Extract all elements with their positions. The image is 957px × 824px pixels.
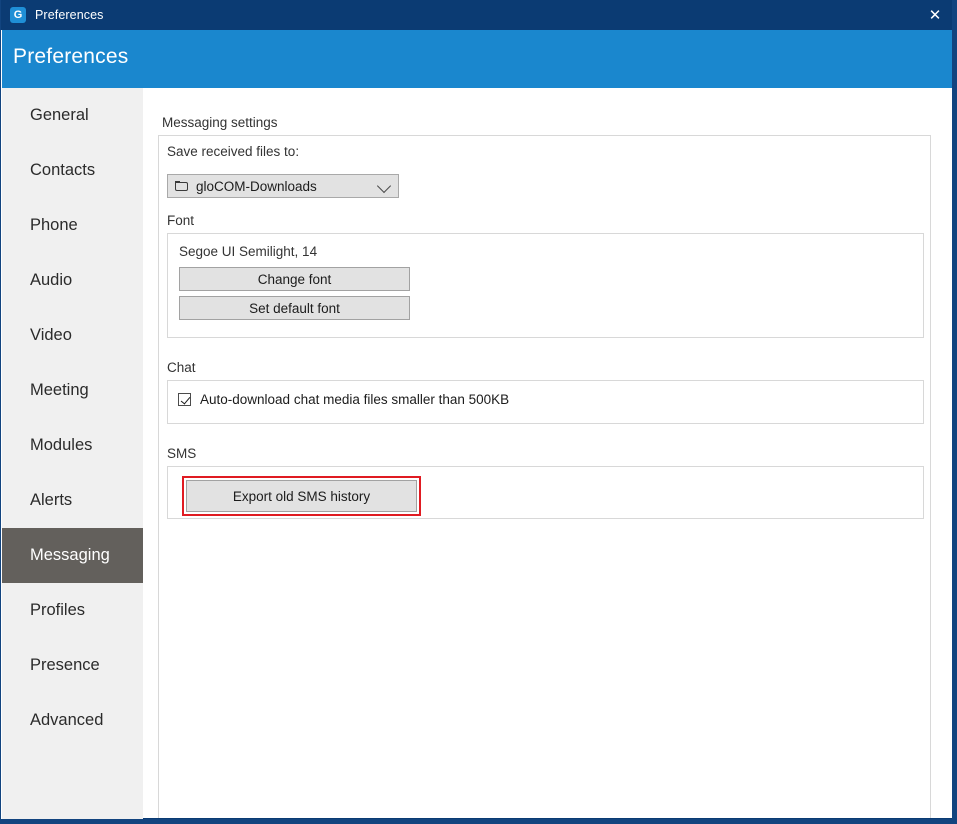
auto-download-checkbox[interactable] (178, 393, 191, 406)
sidebar-item-contacts[interactable]: Contacts (2, 143, 143, 198)
auto-download-checkbox-row[interactable]: Auto-download chat media files smaller t… (178, 392, 509, 407)
sidebar-item-profiles[interactable]: Profiles (2, 583, 143, 638)
messaging-settings-group: Save received files to: gloCOM-Downloads… (158, 135, 931, 819)
sidebar-item-label: Contacts (30, 161, 96, 179)
save-files-label: Save received files to: (167, 144, 300, 159)
sidebar-item-general[interactable]: General (2, 88, 143, 143)
sidebar-item-label: Advanced (30, 711, 104, 729)
glocom-logo-icon: G (10, 7, 26, 23)
settings-content: Messaging settings Save received files t… (143, 88, 952, 819)
page-banner: Preferences (2, 30, 952, 88)
folder-icon (175, 180, 189, 192)
chevron-down-icon (376, 178, 392, 194)
footer-separator (143, 818, 952, 819)
sidebar-item-label: Profiles (30, 601, 86, 619)
font-group: Segoe UI Semilight, 14 Change font Set d… (167, 233, 924, 338)
auto-download-label: Auto-download chat media files smaller t… (200, 392, 510, 407)
save-folder-value: gloCOM-Downloads (196, 178, 317, 194)
sidebar-item-label: Video (30, 326, 72, 344)
close-icon[interactable]: ✕ (912, 0, 952, 30)
sidebar-item-label: Phone (30, 216, 78, 234)
sidebar-item-advanced[interactable]: Advanced (2, 693, 143, 748)
set-default-font-button[interactable]: Set default font (179, 296, 410, 320)
sidebar-item-audio[interactable]: Audio (2, 253, 143, 308)
window-title: Preferences (35, 8, 104, 22)
current-font-value: Segoe UI Semilight, 14 (179, 244, 318, 259)
sidebar-item-label: Messaging (30, 546, 110, 564)
sidebar-item-presence[interactable]: Presence (2, 638, 143, 693)
sidebar-item-label: Meeting (30, 381, 89, 399)
change-font-button[interactable]: Change font (179, 267, 410, 291)
section-title: Messaging settings (162, 115, 278, 130)
sidebar-item-label: Modules (30, 436, 93, 454)
save-folder-select[interactable]: gloCOM-Downloads (167, 174, 399, 198)
chat-group: Auto-download chat media files smaller t… (167, 380, 924, 424)
sms-group: Export old SMS history (167, 466, 924, 519)
sidebar-item-video[interactable]: Video (2, 308, 143, 363)
sidebar-item-label: Presence (30, 656, 100, 674)
page-title: Preferences (13, 45, 129, 68)
sidebar-item-modules[interactable]: Modules (2, 418, 143, 473)
sidebar-item-label: Audio (30, 271, 73, 289)
sidebar-item-messaging[interactable]: Messaging (2, 528, 143, 583)
sidebar-item-phone[interactable]: Phone (2, 198, 143, 253)
settings-sidebar: General Contacts Phone Audio Video Meeti… (2, 88, 143, 819)
sidebar-item-alerts[interactable]: Alerts (2, 473, 143, 528)
sidebar-item-label: Alerts (30, 491, 73, 509)
export-sms-history-button[interactable]: Export old SMS history (186, 480, 417, 512)
sms-group-label: SMS (167, 446, 197, 461)
sidebar-item-label: General (30, 106, 89, 124)
sidebar-item-meeting[interactable]: Meeting (2, 363, 143, 418)
chat-group-label: Chat (167, 360, 196, 375)
title-bar: G Preferences ✕ (1, 0, 952, 30)
preferences-window: G Preferences ✕ Preferences General Cont… (0, 0, 957, 824)
font-group-label: Font (167, 213, 195, 228)
